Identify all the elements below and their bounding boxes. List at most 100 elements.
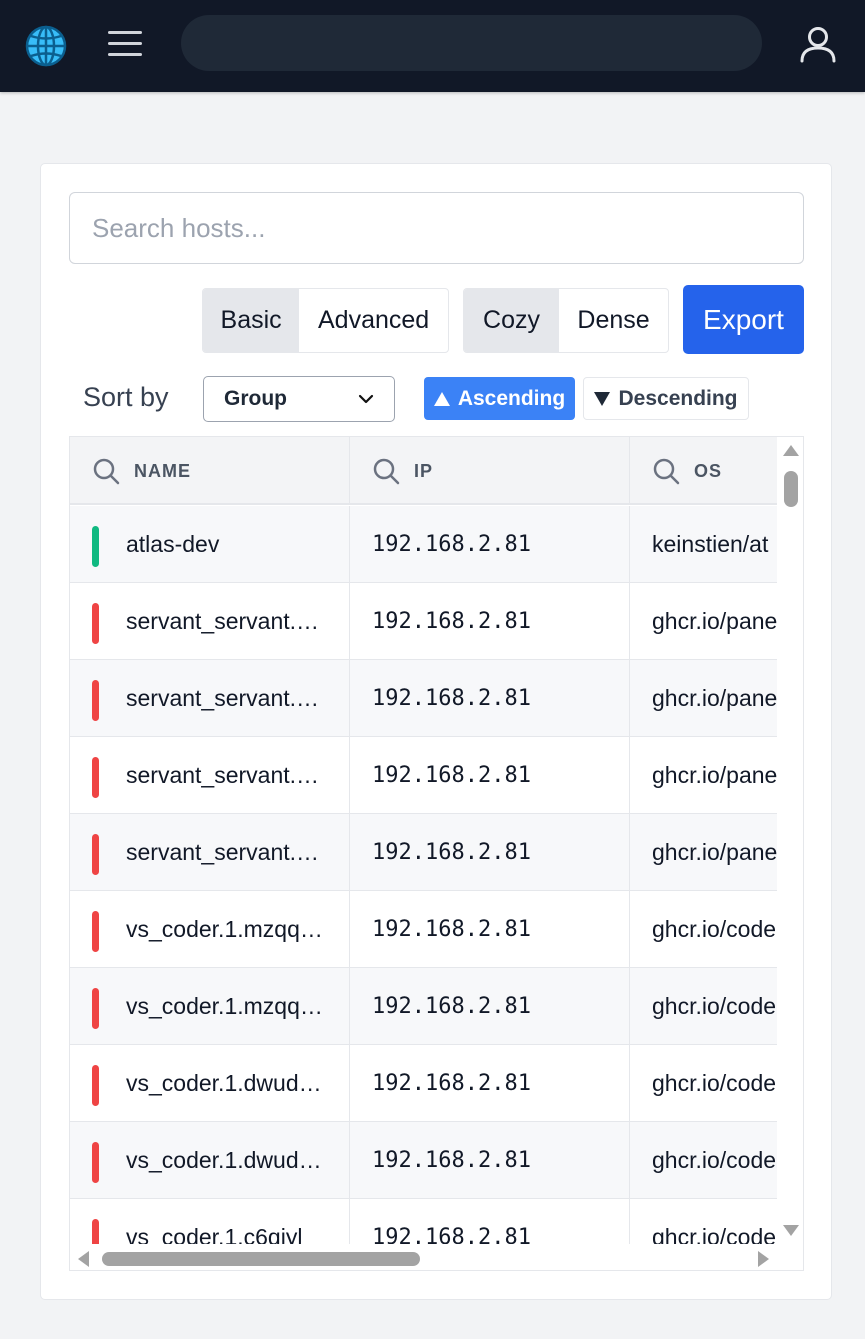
host-os-cell: ghcr.io/code xyxy=(652,916,777,942)
table-row[interactable]: servant_servant.… 192.168.2.81 ghcr.io/pan… xyxy=(70,814,777,891)
basic-mode-button[interactable]: Basic xyxy=(203,289,300,352)
host-name: atlas-dev xyxy=(126,531,220,557)
status-indicator xyxy=(92,603,99,644)
vertical-scroll-thumb[interactable] xyxy=(784,471,798,507)
sort-field-select[interactable]: Group xyxy=(203,376,395,422)
ascending-label: Ascending xyxy=(457,386,566,410)
host-os-cell: ghcr.io/pane xyxy=(652,762,777,788)
table-row[interactable]: vs_coder.1.mzqq… 192.168.2.81 ghcr.io/code xyxy=(70,968,777,1045)
host-name-cell: atlas-dev xyxy=(70,506,350,583)
host-name-cell: vs_coder.1.mzqq… xyxy=(70,968,350,1045)
host-ip-cell: 192.168.2.81 xyxy=(350,891,630,968)
column-header-name[interactable]: NAME xyxy=(70,437,350,505)
sort-by-label: Sort by xyxy=(83,382,169,412)
user-icon[interactable] xyxy=(798,24,838,64)
descending-label: Descending xyxy=(618,386,738,410)
host-ip-cell: 192.168.2.81 xyxy=(350,583,630,660)
search-icon xyxy=(93,458,120,485)
host-name: servant_servant.… xyxy=(126,685,320,711)
table-row[interactable]: vs_coder.1.dwud… 192.168.2.81 ghcr.io/code xyxy=(70,1122,777,1199)
host-ip-cell: 192.168.2.81 xyxy=(350,660,630,737)
table-row[interactable]: servant_servant.… 192.168.2.81 ghcr.io/pan… xyxy=(70,583,777,660)
chevron-down-icon xyxy=(358,394,374,404)
host-name-cell: servant_servant.… xyxy=(70,737,350,814)
status-indicator xyxy=(92,834,99,875)
table-row[interactable]: atlas-dev 192.168.2.81 keinstien/at xyxy=(70,506,777,583)
host-os-cell: keinstien/at xyxy=(652,531,769,557)
column-label: NAME xyxy=(134,460,191,481)
top-navbar xyxy=(0,0,865,92)
horizontal-scrollbar[interactable] xyxy=(70,1244,803,1270)
host-name-cell: servant_servant.… xyxy=(70,814,350,891)
host-name: vs_coder.1.mzqq… xyxy=(126,916,323,942)
scroll-down-arrow-icon[interactable] xyxy=(783,1225,799,1236)
status-indicator xyxy=(92,1142,99,1183)
ascending-button[interactable]: Ascending xyxy=(424,377,575,420)
host-os-cell: ghcr.io/code xyxy=(652,1224,777,1244)
descending-button[interactable]: Descending xyxy=(583,377,749,420)
triangle-down-icon xyxy=(594,391,611,406)
search-hosts-input[interactable] xyxy=(69,192,804,264)
host-os-cell: ghcr.io/pane xyxy=(652,685,777,711)
density-toggle: Cozy Dense xyxy=(463,288,669,353)
sort-field-value: Group xyxy=(224,387,287,410)
status-indicator xyxy=(92,1219,99,1244)
column-header-os[interactable]: OS xyxy=(630,437,777,505)
status-indicator xyxy=(92,1065,99,1106)
host-os-cell: ghcr.io/code xyxy=(652,993,777,1019)
host-os-cell: ghcr.io/pane xyxy=(652,608,777,634)
table-row[interactable]: vs_coder.1.dwud… 192.168.2.81 ghcr.io/code xyxy=(70,1045,777,1122)
triangle-up-icon xyxy=(433,391,450,406)
search-icon xyxy=(653,458,680,485)
host-name: vs_coder.1.c6qiyl xyxy=(126,1224,303,1244)
status-indicator xyxy=(92,757,99,798)
status-indicator xyxy=(92,988,99,1029)
export-button[interactable]: Export xyxy=(683,285,804,354)
host-ip-cell: 192.168.2.81 xyxy=(350,506,630,583)
host-name-cell: vs_coder.1.dwud… xyxy=(70,1045,350,1122)
host-name-cell: vs_coder.1.dwud… xyxy=(70,1122,350,1199)
table-row[interactable]: vs_coder.1.c6qiyl 192.168.2.81 ghcr.io/cod… xyxy=(70,1199,777,1244)
vertical-scrollbar[interactable] xyxy=(777,437,803,1244)
table-row[interactable]: vs_coder.1.mzqq… 192.168.2.81 ghcr.io/code xyxy=(70,891,777,968)
host-ip-cell: 192.168.2.81 xyxy=(350,968,630,1045)
table-row[interactable]: servant_servant.… 192.168.2.81 ghcr.io/pan… xyxy=(70,660,777,737)
host-os-cell: ghcr.io/pane xyxy=(652,839,777,865)
host-name: servant_servant.… xyxy=(126,608,320,634)
table-header: NAME IP OS xyxy=(70,437,777,505)
host-name: vs_coder.1.dwud… xyxy=(126,1070,322,1096)
host-name-cell: vs_coder.1.c6qiyl xyxy=(70,1199,350,1244)
host-name: servant_servant.… xyxy=(126,762,320,788)
horizontal-scroll-thumb[interactable] xyxy=(102,1252,420,1266)
host-ip-cell: 192.168.2.81 xyxy=(350,1122,630,1199)
advanced-mode-button[interactable]: Advanced xyxy=(299,289,448,352)
hosts-card: Basic Advanced Cozy Dense Export Sort by… xyxy=(40,163,832,1300)
table-body: atlas-dev 192.168.2.81 keinstien/at servant… xyxy=(70,506,777,1244)
view-mode-toggle: Basic Advanced xyxy=(202,288,449,353)
scroll-left-arrow-icon[interactable] xyxy=(78,1251,89,1267)
column-header-ip[interactable]: IP xyxy=(350,437,630,505)
dense-density-button[interactable]: Dense xyxy=(559,289,668,352)
host-ip-cell: 192.168.2.81 xyxy=(350,1199,630,1244)
host-ip-cell: 192.168.2.81 xyxy=(350,1045,630,1122)
host-name-cell: servant_servant.… xyxy=(70,583,350,660)
host-name: vs_coder.1.mzqq… xyxy=(126,993,323,1019)
host-name: servant_servant.… xyxy=(126,839,320,865)
scroll-right-arrow-icon[interactable] xyxy=(758,1251,769,1267)
hamburger-icon[interactable] xyxy=(106,27,144,61)
globe-icon[interactable] xyxy=(24,24,68,68)
status-indicator xyxy=(92,680,99,721)
table-row[interactable]: servant_servant.… 192.168.2.81 ghcr.io/pan… xyxy=(70,737,777,814)
scroll-up-arrow-icon[interactable] xyxy=(783,445,799,456)
host-name-cell: vs_coder.1.mzqq… xyxy=(70,891,350,968)
hosts-table: NAME IP OS atlas-dev 192.168.2.81 keinstie… xyxy=(69,436,804,1271)
cozy-density-button[interactable]: Cozy xyxy=(464,289,560,352)
host-os-cell: ghcr.io/code xyxy=(652,1070,777,1096)
column-label: OS xyxy=(694,460,723,481)
host-ip-cell: 192.168.2.81 xyxy=(350,814,630,891)
host-ip-cell: 192.168.2.81 xyxy=(350,737,630,814)
top-search-input[interactable] xyxy=(181,15,762,71)
host-os-cell: ghcr.io/code xyxy=(652,1147,777,1173)
host-name-cell: servant_servant.… xyxy=(70,660,350,737)
status-indicator xyxy=(92,911,99,952)
